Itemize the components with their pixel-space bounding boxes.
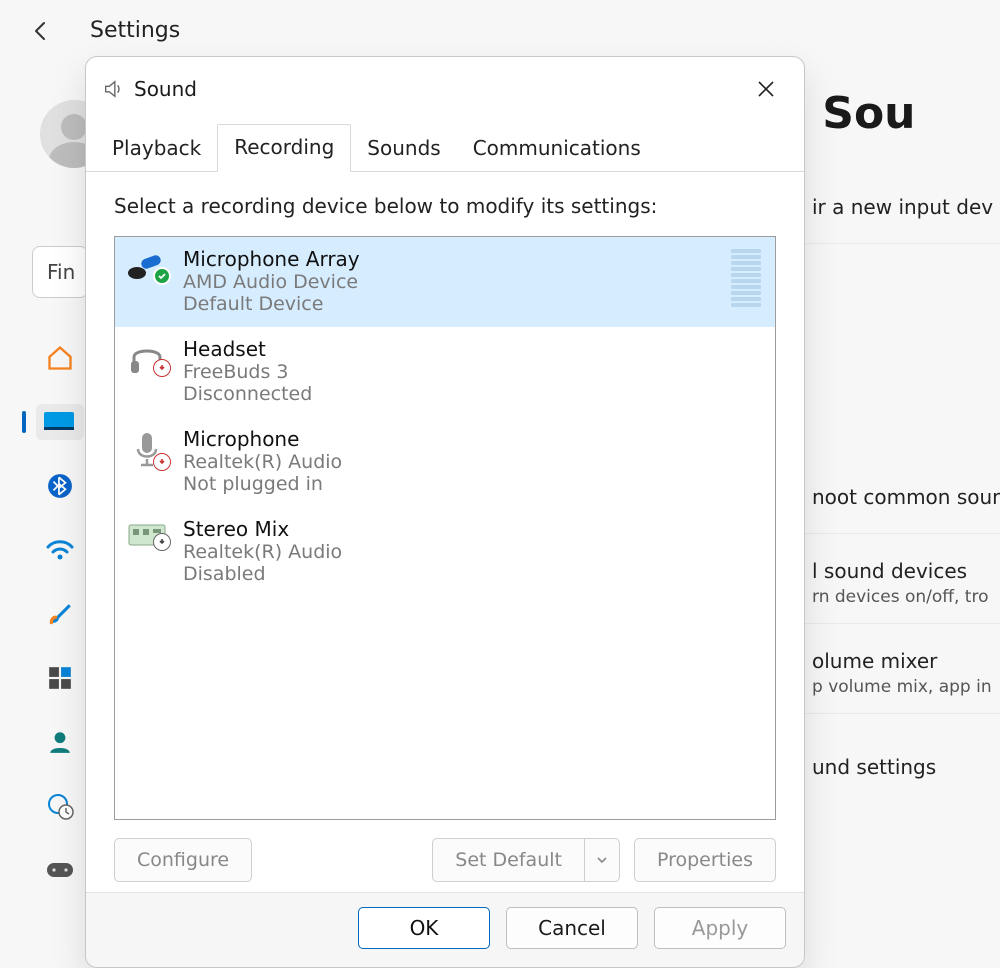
chevron-down-icon [596,854,608,866]
find-setting-input[interactable]: Fin [32,246,88,298]
tab-recording[interactable]: Recording [217,124,351,172]
nav-network[interactable] [36,532,84,568]
set-default-dropdown[interactable] [584,838,620,882]
set-default-split-button[interactable]: Set Default [432,838,620,882]
device-item-stereo-mix[interactable]: Stereo Mix Realtek(R) Audio Disabled [115,507,775,597]
device-item-mic[interactable]: Microphone Realtek(R) Audio Not plugged … [115,417,775,507]
bg-row-mixer[interactable]: olume mixer p volume mix, app in [800,624,1000,714]
globe-clock-icon [46,792,74,820]
settings-content-fragments: ir a new input dev noot common soun l so… [800,170,1000,803]
vu-meter [731,247,761,307]
apply-button[interactable]: Apply [654,907,786,949]
bg-row-troubleshoot[interactable]: noot common soun [800,460,1000,534]
close-icon [757,80,775,98]
settings-nav [36,340,84,888]
device-list[interactable]: Microphone Array AMD Audio Device Defaul… [114,236,776,820]
dialog-footer: OK Cancel Apply [86,892,804,967]
tab-communications[interactable]: Communications [457,126,657,172]
nav-selected-accent [22,411,26,433]
nav-apps[interactable] [36,660,84,696]
sound-dialog: Sound Playback Recording Sounds Communic… [85,56,805,968]
sound-dialog-icon [102,78,124,100]
device-driver: Realtek(R) Audio [183,451,761,473]
bg-row-all-devices[interactable]: l sound devices rn devices on/off, tro [800,534,1000,624]
cancel-button[interactable]: Cancel [506,907,638,949]
dialog-title: Sound [134,77,197,101]
device-driver: AMD Audio Device [183,271,711,293]
nav-gaming[interactable] [36,852,84,888]
disconnected-badge-icon [153,359,171,377]
ok-button[interactable]: OK [358,907,490,949]
dialog-titlebar: Sound [86,57,804,117]
home-icon [46,344,74,372]
device-name: Microphone [183,427,761,451]
nav-time[interactable] [36,788,84,824]
person-icon [47,729,73,755]
back-icon[interactable] [30,19,54,43]
device-status: Disabled [183,563,761,585]
configure-button[interactable]: Configure [114,838,252,882]
device-item-headset[interactable]: Headset FreeBuds 3 Disconnected [115,327,775,417]
settings-title: Settings [90,18,180,43]
device-driver: FreeBuds 3 [183,361,761,383]
properties-button[interactable]: Properties [634,838,776,882]
device-name: Stereo Mix [183,517,761,541]
settings-header: Settings [30,18,180,43]
device-status: Not plugged in [183,473,761,495]
nav-accounts[interactable] [36,724,84,760]
device-name: Headset [183,337,761,361]
device-status: Disconnected [183,383,761,405]
system-icon [43,410,77,434]
device-driver: Realtek(R) Audio [183,541,761,563]
bg-row-pair-input[interactable]: ir a new input dev [800,170,1000,244]
bg-row-more-settings[interactable]: und settings [800,714,1000,803]
disabled-badge-icon [153,533,171,551]
device-button-row: Configure Set Default Properties [114,820,776,882]
tab-sounds[interactable]: Sounds [351,126,456,172]
device-item-mic-array[interactable]: Microphone Array AMD Audio Device Defaul… [115,237,775,327]
nav-system[interactable] [36,404,84,440]
find-placeholder: Fin [47,260,75,284]
nav-personalization[interactable] [36,596,84,632]
brush-icon [47,601,73,627]
unplugged-badge-icon [153,453,171,471]
nav-home[interactable] [36,340,84,376]
dialog-body: Select a recording device below to modif… [86,172,804,892]
set-default-button[interactable]: Set Default [432,838,584,882]
device-name: Microphone Array [183,247,711,271]
tabstrip: Playback Recording Sounds Communications [86,123,804,172]
close-button[interactable] [746,71,786,107]
bluetooth-icon [47,473,73,499]
apps-icon [47,665,73,691]
breadcrumb-current: Sou [822,88,915,139]
default-badge-icon [153,267,171,285]
device-status: Default Device [183,293,711,315]
instruction-text: Select a recording device below to modif… [114,194,776,218]
gamepad-icon [45,859,75,881]
tab-playback[interactable]: Playback [96,126,217,172]
nav-bluetooth[interactable] [36,468,84,504]
wifi-icon [46,539,74,561]
